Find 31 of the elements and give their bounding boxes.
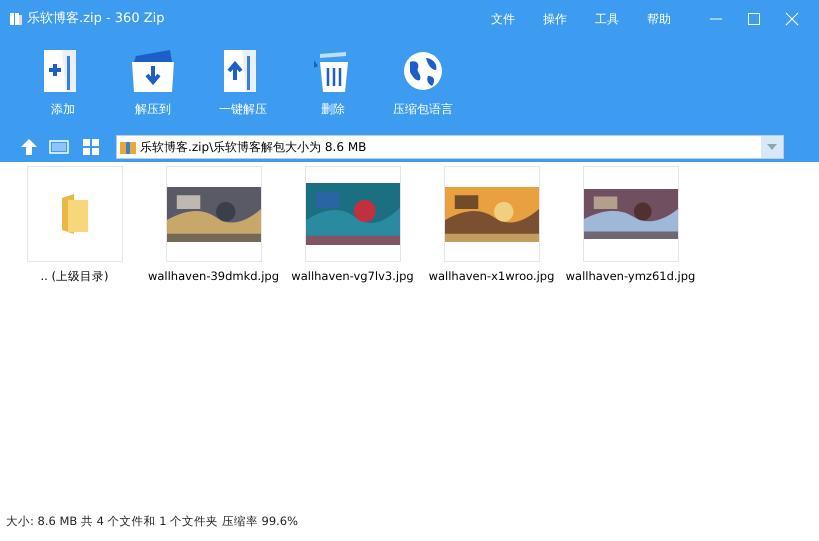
file-thumbnail[interactable] bbox=[304, 166, 400, 262]
archive-icon bbox=[8, 11, 24, 27]
toolbar-button[interactable]: 删除 bbox=[288, 44, 378, 122]
window-title: 乐软博客.zip - 360 Zip bbox=[27, 10, 164, 28]
menu-item[interactable]: 工具 bbox=[581, 10, 633, 28]
maximize-icon bbox=[747, 12, 761, 26]
file-name: wallhaven-39dmkd.jpg bbox=[148, 268, 280, 285]
minimize-icon bbox=[710, 18, 722, 20]
folder-download-icon bbox=[130, 48, 176, 94]
file-name: .. (上级目录) bbox=[40, 268, 108, 285]
toolbar-button[interactable]: 添加 bbox=[18, 44, 108, 122]
menu-item[interactable]: 操作 bbox=[529, 10, 581, 28]
caret-icon bbox=[767, 144, 777, 150]
toolbar-button[interactable]: 解压到 bbox=[108, 44, 198, 122]
path-field[interactable]: 乐软博客.zip\乐软博客解包大小为 8.6 MB bbox=[116, 135, 784, 159]
menu-item[interactable]: 文件 bbox=[477, 10, 529, 28]
file-thumbnail[interactable] bbox=[26, 166, 122, 262]
close-icon bbox=[785, 12, 799, 26]
file-thumbnail[interactable] bbox=[582, 166, 678, 262]
menu-item[interactable]: 帮助 bbox=[633, 10, 685, 28]
status-text: 大小: 8.6 MB 共 4 个文件和 1 个文件夹 压缩率 99.6% bbox=[6, 513, 298, 530]
archive-icon bbox=[120, 139, 136, 155]
dropdown-button[interactable] bbox=[761, 136, 783, 158]
file-name: wallhaven-x1wroo.jpg bbox=[428, 268, 554, 285]
file-thumbnail[interactable] bbox=[444, 166, 540, 262]
folder-icon bbox=[60, 194, 90, 234]
toolbar-button[interactable]: 一键解压 bbox=[198, 44, 288, 122]
toolbar-button[interactable]: 压缩包语言 bbox=[378, 44, 468, 122]
file-name: wallhaven-ymz61d.jpg bbox=[566, 268, 696, 285]
file-thumbnail[interactable] bbox=[166, 166, 262, 262]
file-name: wallhaven-vg7lv3.jpg bbox=[291, 268, 414, 285]
